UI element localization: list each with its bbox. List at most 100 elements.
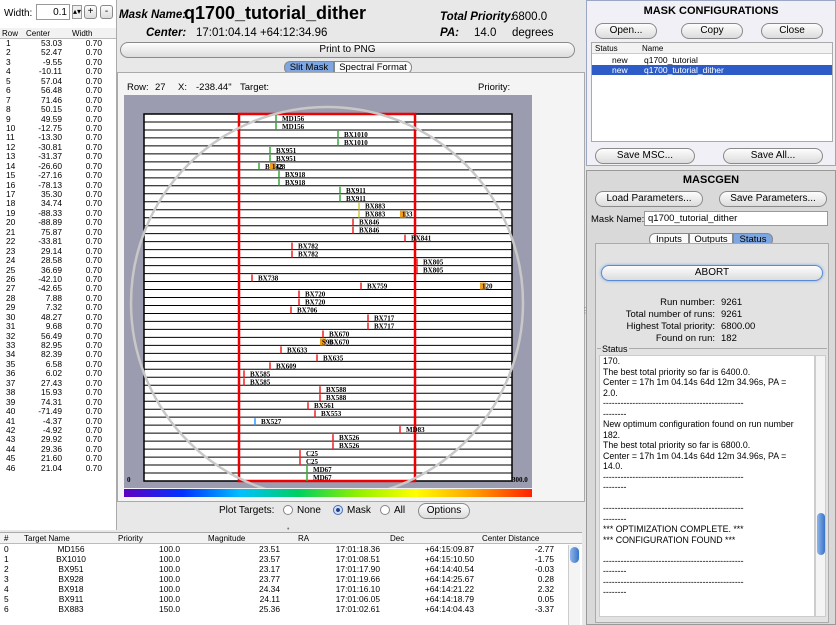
- table-cell: 100.0: [159, 564, 180, 574]
- stat-label: Highest Total priority:: [626, 321, 715, 332]
- slit-label: BX670: [329, 330, 350, 338]
- log-line: --------: [603, 408, 627, 419]
- pa-label: PA:: [440, 27, 459, 39]
- open-button[interactable]: Open...: [595, 23, 657, 39]
- plus-button[interactable]: +: [84, 5, 97, 19]
- list-item-status: new: [612, 55, 628, 65]
- col-dec[interactable]: Dec: [390, 533, 482, 543]
- axis-right-label: 300.0: [512, 476, 528, 484]
- col-row[interactable]: Row: [0, 28, 22, 38]
- table-row[interactable]: 0 MD156 100.0 23.51 17:01:18.36 +64:15:09.87 -…: [0, 544, 582, 554]
- list-item-selected[interactable]: new q1700_tutorial_dither: [592, 65, 832, 75]
- list-item[interactable]: new q1700_tutorial: [592, 55, 832, 65]
- scroll-thumb[interactable]: [817, 513, 825, 555]
- table-row[interactable]: 2 BX951 100.0 23.17 17:01:17.90 +64:14:40.54 -…: [0, 564, 582, 574]
- abort-button[interactable]: ABORT: [601, 265, 823, 281]
- slit-label: BX738: [258, 275, 279, 283]
- table-cell: 17:01:16.10: [335, 584, 380, 594]
- scroll-thumb[interactable]: [570, 547, 579, 563]
- radio-mask[interactable]: [333, 505, 343, 515]
- status-group-label: Status: [601, 344, 629, 354]
- slit-mask-plot[interactable]: MD156MD156BX1010BX1010BX951BX951BX928BX9…: [124, 95, 532, 488]
- status-row-label: Row:: [127, 82, 149, 93]
- col-index[interactable]: #: [0, 533, 24, 543]
- col-status[interactable]: Status: [595, 43, 618, 54]
- table-row[interactable]: 1 BX1010 100.0 23.57 17:01:08.51 +64:15:10.50…: [0, 554, 582, 564]
- table-cell: 24.11: [259, 594, 280, 604]
- status-log[interactable]: 170. The best total priority so far is 64…: [599, 355, 815, 617]
- slit-label: BX846: [359, 219, 380, 227]
- slit-label: BX883: [365, 203, 386, 211]
- status-priority-label: Priority:: [478, 82, 511, 93]
- col-target-name[interactable]: Target Name: [24, 533, 118, 543]
- table-cell: BX951: [58, 564, 84, 574]
- table-row[interactable]: 4 BX918 100.0 24.34 17:01:16.10 +64:14:21.22 2…: [0, 584, 582, 594]
- col-name[interactable]: Name: [642, 43, 663, 54]
- slit-table-body: 1 53.03 0.70 2 52.47 0.70 3 -9.55 0.70 4 -10.11 0.7…: [0, 38, 116, 473]
- log-line: The best total priority so far is 6800.0…: [603, 440, 751, 450]
- save-parameters-button[interactable]: Save Parameters...: [719, 191, 827, 207]
- load-parameters-button[interactable]: Load Parameters...: [595, 191, 703, 207]
- radio-none[interactable]: [283, 505, 293, 515]
- table-cell: 0.28: [537, 574, 554, 584]
- col-width[interactable]: Width: [66, 28, 106, 38]
- splitter-grip-icon[interactable]: ⋮: [581, 306, 589, 315]
- col-center-distance[interactable]: Center Distance: [482, 533, 572, 543]
- slit-label: BX561: [314, 402, 335, 410]
- table-cell: 1: [6, 38, 11, 48]
- table-row[interactable]: 5 BX911 100.0 24.11 17:01:06.05 +64:14:18.79 0…: [0, 594, 582, 604]
- table-cell: -3.37: [534, 604, 554, 614]
- width-stepper[interactable]: ▴▾: [72, 5, 82, 19]
- options-button[interactable]: Options: [418, 503, 470, 519]
- pa-unit: degrees: [512, 27, 554, 39]
- status-x-value: -238.44": [196, 82, 232, 93]
- slit-width-table-panel: Width: ▴▾ + - Row Center Width 153.030.7…: [0, 0, 117, 530]
- save-all-button[interactable]: Save All...: [723, 148, 823, 164]
- slit-label: MD67: [313, 466, 332, 474]
- table-cell: 8: [6, 104, 11, 115]
- minus-button[interactable]: -: [100, 5, 113, 19]
- log-line: 2.0.: [603, 387, 618, 398]
- log-line: New optimum configuration found on run n…: [603, 419, 794, 429]
- copy-button[interactable]: Copy: [681, 23, 743, 39]
- slit-label: BX585: [250, 378, 271, 386]
- table-cell: 24.34: [259, 584, 280, 594]
- status-log-scrollbar[interactable]: [815, 355, 826, 617]
- mascgen-mask-name-input[interactable]: [644, 211, 828, 226]
- print-to-png-button[interactable]: Print to PNG: [120, 42, 575, 58]
- mask-config-list[interactable]: Status Name new q1700_tutorial new q1700…: [591, 42, 833, 142]
- col-priority[interactable]: Priority: [118, 533, 208, 543]
- table-row[interactable]: 6 BX883 150.0 25.36 17:01:02.61 +64:14:04.43 -…: [0, 604, 582, 614]
- stat-label: Found on run:: [655, 333, 715, 344]
- table-row[interactable]: 46 21.04 0.70: [0, 463, 116, 473]
- table-cell: 5: [6, 75, 11, 86]
- priority-label: S90: [322, 338, 333, 346]
- stat-value: 6800.00: [721, 321, 756, 332]
- col-ra[interactable]: RA: [298, 533, 390, 543]
- close-button[interactable]: Close: [761, 23, 823, 39]
- mask-name-label: Mask Name:: [119, 9, 187, 21]
- table-cell: 1: [4, 554, 9, 564]
- radio-all[interactable]: [380, 505, 390, 515]
- status-divider: [597, 348, 827, 349]
- table-cell: BX928: [58, 574, 84, 584]
- table-cell: 6: [4, 604, 9, 614]
- mascgen-panel: MASCGEN Load Parameters... Save Paramete…: [586, 170, 836, 625]
- table-cell: -1.75: [534, 554, 554, 564]
- table-cell: 150.0: [159, 604, 180, 614]
- log-line: --------: [603, 513, 627, 524]
- axis-left-label: 0: [127, 476, 131, 484]
- save-msc-button[interactable]: Save MSC...: [595, 148, 695, 164]
- mask-name-title: q1700_tutorial_dither: [184, 3, 367, 23]
- slit-table: Row Center Width 1 53.03 0.70 2 52.47 0.70 3 -9…: [0, 28, 116, 473]
- table-cell: 0.05: [537, 594, 554, 604]
- target-table-scrollbar[interactable]: [568, 545, 580, 625]
- slit-label: MD83: [406, 426, 425, 434]
- col-center[interactable]: Center: [22, 28, 66, 38]
- table-row[interactable]: 3 BX928 100.0 23.77 17:01:19.66 +64:14:25.67 0…: [0, 574, 582, 584]
- list-item-name: q1700_tutorial_dither: [644, 65, 724, 75]
- slit-label: BX526: [339, 442, 360, 450]
- slit-label: BX633: [287, 346, 308, 354]
- width-input[interactable]: [36, 4, 70, 20]
- col-magnitude[interactable]: Magnitude: [208, 533, 298, 543]
